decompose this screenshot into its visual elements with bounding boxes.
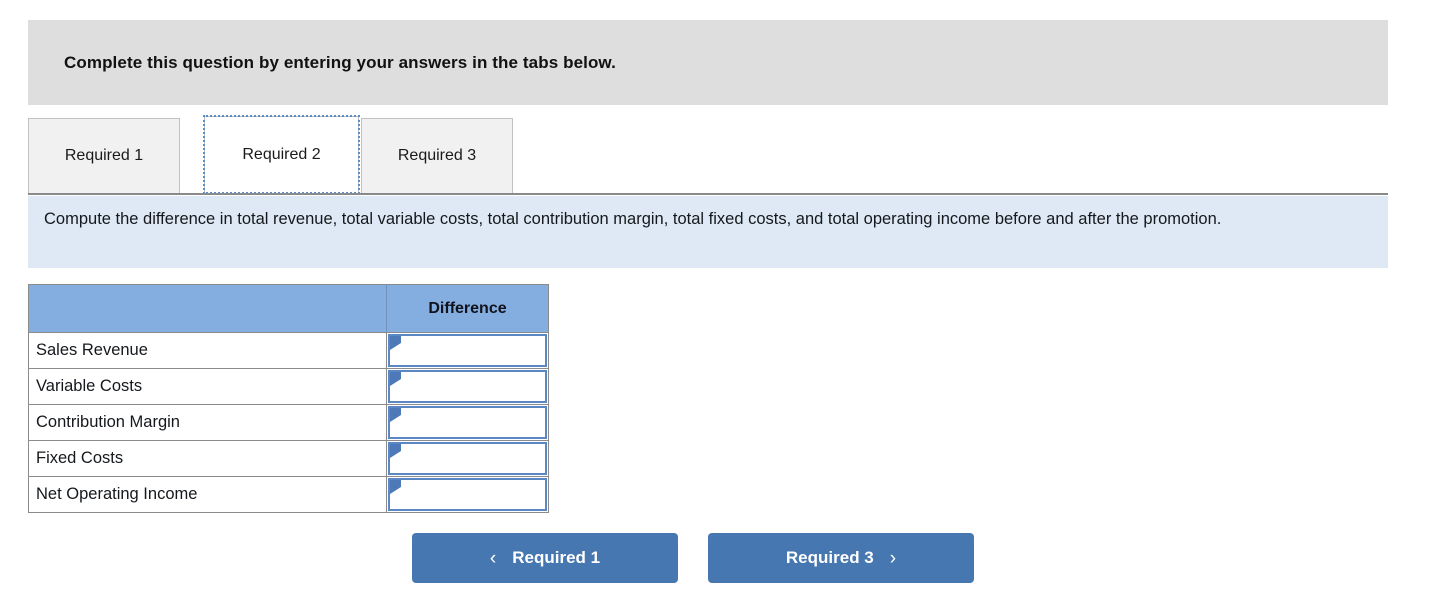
tab-strip: Required 1 Required 2 Required 3 (28, 115, 1388, 195)
row-value-cell-fixed-costs[interactable] (386, 440, 549, 477)
table-head: Difference (28, 284, 549, 333)
requirement-instruction-text: Compute the difference in total revenue,… (44, 210, 1222, 228)
input-fixed-costs[interactable] (390, 443, 545, 473)
input-wrapper (388, 369, 547, 403)
banner-text: Complete this question by entering your … (64, 52, 616, 72)
tab-required-3[interactable]: Required 3 (361, 118, 513, 193)
input-wrapper (388, 405, 547, 439)
chevron-right-icon: › (889, 547, 897, 569)
question-page: Complete this question by entering your … (0, 0, 1430, 616)
row-value-cell-net-operating-income[interactable] (386, 476, 549, 513)
input-wrapper (388, 477, 547, 511)
next-required-3-button[interactable]: Required 3 › (708, 533, 974, 583)
table-row: Sales Revenue (28, 332, 549, 369)
next-button-label: Required 3 (785, 548, 874, 567)
table-row: Fixed Costs (28, 440, 549, 477)
input-wrapper (388, 441, 547, 475)
table-row: Contribution Margin (28, 404, 549, 441)
row-label-variable-costs: Variable Costs (28, 368, 387, 405)
tab-underline (28, 193, 1388, 195)
chevron-left-icon: ‹ (489, 547, 497, 569)
instructions-banner: Complete this question by entering your … (28, 20, 1388, 105)
input-variable-costs[interactable] (390, 371, 545, 401)
row-label-contribution-margin: Contribution Margin (28, 404, 387, 441)
tab-required-2[interactable]: Required 2 (203, 115, 360, 194)
previous-required-1-button[interactable]: ‹ Required 1 (412, 533, 678, 583)
tabs-row: Required 1 Required 2 Required 3 (28, 115, 1388, 195)
row-value-cell-contribution-margin[interactable] (386, 404, 549, 441)
difference-answer-table: Difference Sales Revenue Variable Costs (28, 284, 549, 513)
row-label-net-operating-income: Net Operating Income (28, 476, 387, 513)
requirement-instruction-panel: Compute the difference in total revenue,… (28, 196, 1388, 268)
input-contribution-margin[interactable] (390, 407, 545, 437)
table-row: Net Operating Income (28, 476, 549, 513)
row-label-sales-revenue: Sales Revenue (28, 332, 387, 369)
table-body: Sales Revenue Variable Costs Contributio… (28, 332, 549, 513)
input-net-operating-income[interactable] (390, 479, 545, 509)
tab-required-3-label: Required 3 (397, 147, 477, 164)
tab-required-2-label: Required 2 (242, 145, 321, 163)
row-value-cell-variable-costs[interactable] (386, 368, 549, 405)
row-label-fixed-costs: Fixed Costs (28, 440, 387, 477)
input-wrapper (388, 333, 547, 367)
row-value-cell-sales-revenue[interactable] (386, 332, 549, 369)
table-header-row: Difference (28, 284, 549, 333)
table-header-difference: Difference (386, 284, 549, 333)
tab-required-1-label: Required 1 (64, 147, 144, 164)
input-sales-revenue[interactable] (390, 335, 545, 365)
tab-required-1[interactable]: Required 1 (28, 118, 180, 193)
previous-button-label: Required 1 (512, 548, 601, 567)
table-row: Variable Costs (28, 368, 549, 405)
navigation-buttons: ‹ Required 1 Required 3 › (412, 533, 974, 583)
table-header-blank (28, 284, 387, 333)
